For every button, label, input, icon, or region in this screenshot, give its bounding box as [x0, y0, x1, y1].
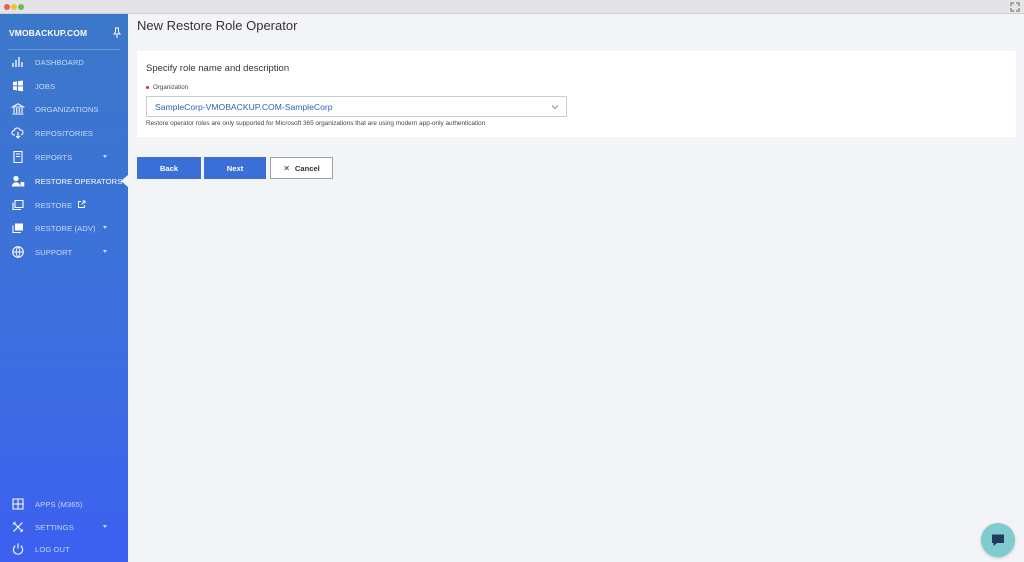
- organization-select-value: SampleCorp-VMOBACKUP.COM-SampleCorp: [155, 102, 333, 112]
- apps-grid-icon: [12, 498, 24, 510]
- active-indicator: [121, 175, 128, 187]
- fullscreen-icon[interactable]: [1010, 2, 1020, 12]
- sidebar-item-restore-operators[interactable]: RESTORE OPERATORS: [0, 171, 128, 191]
- user-key-icon: [11, 175, 25, 187]
- chevron-down-icon: [103, 525, 107, 528]
- external-link-icon: [78, 200, 86, 208]
- chat-icon: [992, 534, 1004, 546]
- brand-name: VMOBACKUP.COM: [9, 28, 88, 38]
- organization-select[interactable]: SampleCorp-VMOBACKUP.COM-SampleCorp: [146, 96, 567, 117]
- sidebar-item-restore[interactable]: RESTORE: [0, 195, 128, 215]
- power-icon: [12, 543, 24, 555]
- sidebar-item-label: LOG OUT: [35, 544, 70, 554]
- sidebar-item-restore-adv[interactable]: RESTORE (ADV): [0, 218, 128, 238]
- minimize-window-button[interactable]: [11, 4, 17, 10]
- sidebar-item-dashboard[interactable]: DASHBOARD: [0, 52, 128, 72]
- sidebar-item-label: SUPPORT: [35, 247, 73, 257]
- sidebar-item-organizations[interactable]: ORGANIZATIONS: [0, 99, 128, 119]
- zoom-window-button[interactable]: [18, 4, 24, 10]
- sidebar-item-label: REPOSITORIES: [35, 128, 94, 138]
- divider: [8, 49, 120, 50]
- chevron-down-icon: [103, 155, 107, 158]
- sidebar-item-label: DASHBOARD: [35, 57, 85, 67]
- role-form-card: Specify role name and description Organi…: [137, 51, 1016, 137]
- report-icon: [13, 150, 23, 164]
- bank-icon: [11, 103, 25, 115]
- cancel-button-label: Cancel: [294, 163, 320, 173]
- pin-icon[interactable]: [112, 27, 122, 39]
- windows-icon: [13, 80, 23, 92]
- sidebar-item-label: SETTINGS: [35, 522, 74, 532]
- sidebar-item-logout[interactable]: LOG OUT: [0, 539, 128, 559]
- sidebar-item-settings[interactable]: SETTINGS: [0, 517, 128, 537]
- chat-button[interactable]: [981, 523, 1015, 557]
- sidebar: VMOBACKUP.COM DASHBOARD JOBS ORGANIZATIO…: [0, 14, 128, 562]
- sidebar-item-label: JOBS: [35, 81, 56, 91]
- back-button[interactable]: Back: [137, 157, 201, 179]
- dashboard-icon: [12, 57, 23, 67]
- next-button[interactable]: Next: [204, 157, 266, 179]
- restore-icon: [12, 199, 24, 211]
- card-heading: Specify role name and description: [146, 63, 290, 74]
- sidebar-item-repositories[interactable]: REPOSITORIES: [0, 123, 128, 143]
- chevron-down-icon: [103, 226, 107, 229]
- sidebar-item-label: RESTORE: [35, 200, 73, 210]
- globe-icon: [12, 246, 24, 258]
- sidebar-item-label: RESTORE (ADV): [35, 223, 96, 233]
- sidebar-item-jobs[interactable]: JOBS: [0, 76, 128, 96]
- next-button-label: Next: [226, 163, 244, 173]
- close-icon: ✕: [283, 163, 290, 173]
- sidebar-item-support[interactable]: SUPPORT: [0, 242, 128, 262]
- close-window-button[interactable]: [4, 4, 10, 10]
- sidebar-item-label: REPORTS: [35, 152, 73, 162]
- chevron-down-icon: [551, 105, 559, 110]
- sidebar-item-reports[interactable]: REPORTS: [0, 147, 128, 167]
- organization-label: Organization: [153, 84, 189, 91]
- sidebar-item-apps[interactable]: APPS (M365): [0, 494, 128, 514]
- sidebar-item-label: APPS (M365): [35, 499, 83, 509]
- required-indicator: [146, 86, 149, 89]
- restore-adv-icon: [12, 223, 23, 234]
- sidebar-item-label: ORGANIZATIONS: [35, 104, 99, 114]
- help-text: Restore operator roles are only supporte…: [146, 120, 486, 127]
- sidebar-item-label: RESTORE OPERATORS: [35, 176, 123, 186]
- page-title: New Restore Role Operator: [137, 18, 298, 33]
- window-titlebar: [0, 0, 1024, 14]
- cancel-button[interactable]: ✕ Cancel: [270, 157, 333, 179]
- back-button-label: Back: [159, 163, 179, 173]
- chevron-down-icon: [103, 250, 107, 253]
- tools-icon: [12, 521, 24, 533]
- cloud-download-icon: [11, 127, 24, 139]
